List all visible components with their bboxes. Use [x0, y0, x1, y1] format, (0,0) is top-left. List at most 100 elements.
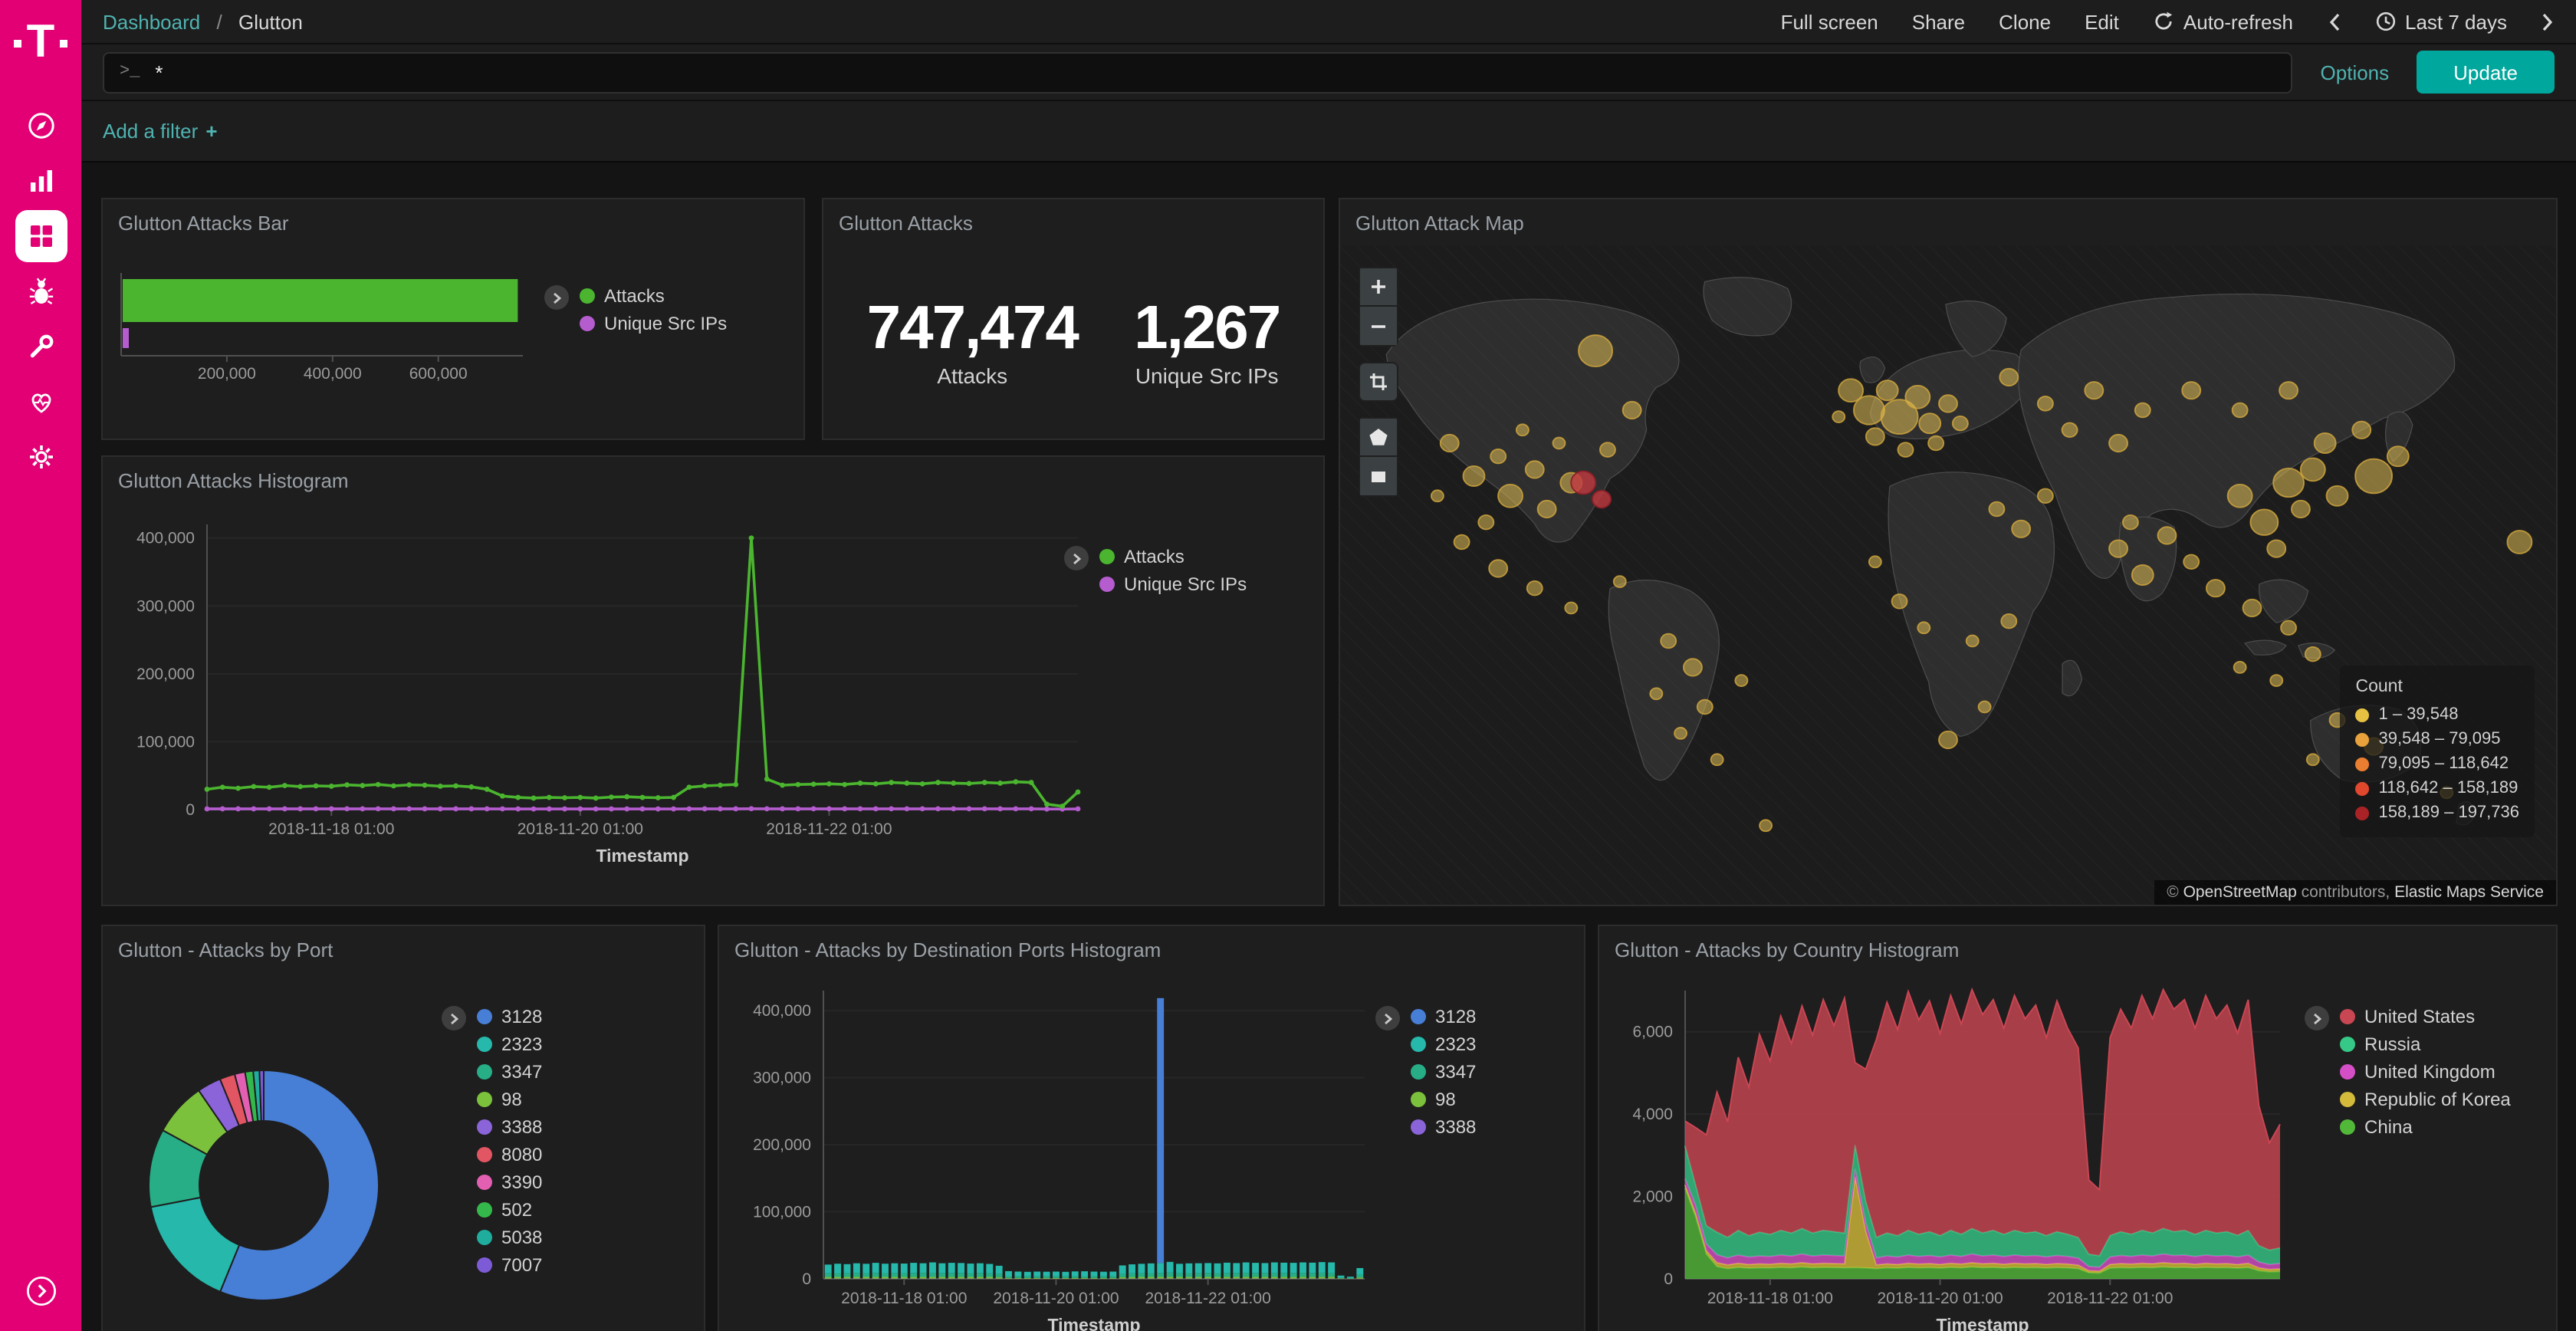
legend-color-dot	[477, 1037, 492, 1052]
legend-item[interactable]: Attacks	[580, 282, 727, 310]
legend-item[interactable]: 98	[477, 1086, 542, 1113]
share-button[interactable]: Share	[1912, 10, 1965, 33]
legend-toggle-button[interactable]	[544, 285, 569, 310]
legend-item[interactable]: 79,095 – 118,642	[2355, 751, 2519, 776]
legend-label: 5038	[501, 1227, 542, 1248]
attacks-by-port-donut-chart[interactable]	[141, 1063, 386, 1308]
breadcrumb-current: Glutton	[238, 10, 303, 33]
query-input[interactable]: >_ *	[103, 51, 2293, 93]
zoom-out-button[interactable]	[1359, 307, 1398, 347]
legend-label: Attacks	[1124, 546, 1184, 567]
bug-icon	[25, 276, 56, 307]
svg-text:400,000: 400,000	[304, 365, 362, 383]
fit-data-bounds-button[interactable]	[1359, 362, 1398, 402]
legend-color-dot	[2340, 1064, 2355, 1080]
legend-toggle-button[interactable]	[1375, 1006, 1400, 1030]
metric-label: Attacks	[867, 363, 1078, 388]
legend-color-dot	[1411, 1064, 1426, 1080]
draw-polygon-button[interactable]	[1359, 417, 1398, 457]
nav-devtools[interactable]	[15, 320, 67, 373]
edit-button[interactable]: Edit	[2085, 10, 2119, 33]
legend-item[interactable]: 3388	[477, 1113, 542, 1141]
legend-label: 118,642 – 158,189	[2378, 779, 2518, 797]
legend-item[interactable]: 3128	[1411, 1003, 1476, 1030]
draw-tools	[1359, 417, 1398, 497]
legend-item[interactable]: Unique Src IPs	[1099, 570, 1247, 598]
main-area: Dashboard / Glutton Full screen Share Cl…	[81, 0, 2576, 1331]
legend-item[interactable]: United States	[2340, 1003, 2511, 1030]
legend-item[interactable]: 3388	[1411, 1113, 1476, 1141]
query-options-link[interactable]: Options	[2321, 61, 2390, 84]
fullscreen-button[interactable]: Full screen	[1781, 10, 1878, 33]
add-filter-link[interactable]: Add a filter +	[103, 120, 218, 143]
legend-item[interactable]: China	[2340, 1113, 2511, 1141]
draw-rectangle-button[interactable]	[1359, 457, 1398, 497]
time-forward-button[interactable]	[2541, 12, 2555, 31]
nav-monitoring[interactable]	[15, 376, 67, 428]
legend-item[interactable]: United Kingdom	[2340, 1058, 2511, 1086]
chevron-right-icon	[1380, 1010, 1395, 1027]
nav-dashboard[interactable]	[15, 210, 67, 262]
legend-label: 7007	[501, 1254, 542, 1276]
legend-item[interactable]: 3347	[477, 1058, 542, 1086]
update-button[interactable]: Update	[2417, 51, 2555, 94]
kibana-dashboard-app: T	[0, 0, 2576, 1331]
legend-item[interactable]: Unique Src IPs	[580, 310, 727, 337]
map-legend-title: Count	[2355, 678, 2519, 696]
time-picker-button[interactable]: Last 7 days	[2374, 10, 2507, 33]
legend-item[interactable]: 158,189 – 197,736	[2355, 800, 2519, 825]
legend-item[interactable]: Republic of Korea	[2340, 1086, 2511, 1113]
zoom-in-button[interactable]	[1359, 267, 1398, 307]
legend-toggle-button[interactable]	[442, 1006, 466, 1030]
panel-attacks-by-port: Glutton - Attacks by Port 31282323334798…	[101, 925, 705, 1331]
panel-title: Glutton Attack Map	[1355, 212, 2541, 235]
svg-text:100,000: 100,000	[753, 1204, 811, 1221]
legend-item[interactable]: 2323	[477, 1030, 542, 1058]
legend-item[interactable]: 3390	[477, 1168, 542, 1196]
legend-color-dot	[477, 1092, 492, 1107]
attribution-text: contributors,	[2297, 883, 2394, 902]
legend-item[interactable]: Attacks	[1099, 543, 1247, 570]
legend-item[interactable]: 3128	[477, 1003, 542, 1030]
legend-item[interactable]: 98	[1411, 1086, 1476, 1113]
svg-text:400,000: 400,000	[136, 530, 195, 547]
legend-item[interactable]: 5038	[477, 1224, 542, 1251]
legend-toggle-button[interactable]	[1064, 546, 1089, 570]
legend-items: 3128 2323 334798338880803390502 5038 7007	[477, 1003, 542, 1279]
country-histogram-chart[interactable]: 02,0004,0006,0002018-11-18 01:002018-11-…	[1608, 972, 2298, 1331]
breadcrumb-dashboard-link[interactable]: Dashboard	[103, 10, 200, 33]
openstreetmap-link[interactable]: OpenStreetMap	[2183, 883, 2297, 902]
nav-management[interactable]	[15, 431, 67, 483]
legend-item[interactable]: 7007	[477, 1251, 542, 1279]
tmobile-logo[interactable]: T	[15, 15, 67, 71]
nav-visualize[interactable]	[15, 155, 67, 207]
world-map[interactable]: Count 1 – 39,54839,548 – 79,09579,095 – …	[1340, 245, 2556, 905]
legend-item[interactable]: 118,642 – 158,189	[2355, 776, 2519, 800]
legend-item[interactable]: 8080	[477, 1141, 542, 1168]
clone-button[interactable]: Clone	[1999, 10, 2051, 33]
svg-text:600,000: 600,000	[409, 365, 468, 383]
svg-text:2018-11-20 01:00: 2018-11-20 01:00	[518, 820, 643, 838]
time-back-button[interactable]	[2327, 12, 2341, 31]
svg-text:Timestamp: Timestamp	[596, 846, 688, 866]
legend-label: 2323	[501, 1034, 542, 1055]
attacks-bar-chart[interactable]: 200,000400,000600,000	[112, 267, 541, 399]
auto-refresh-button[interactable]: Auto-refresh	[2153, 10, 2293, 33]
legend-item[interactable]: 2323	[1411, 1030, 1476, 1058]
destination-ports-histogram-chart[interactable]: 0100,000200,000300,000400,0002018-11-18 …	[728, 972, 1380, 1331]
legend-item[interactable]: 3347	[1411, 1058, 1476, 1086]
elastic-maps-service-link[interactable]: Elastic Maps Service	[2394, 883, 2544, 902]
nav-bug-app[interactable]	[15, 265, 67, 317]
legend-item[interactable]: Russia	[2340, 1030, 2511, 1058]
nav-discover[interactable]	[15, 100, 67, 152]
attacks-histogram-chart[interactable]: 0100,000200,000300,000400,0002018-11-18 …	[118, 509, 1099, 886]
legend-color-dot	[477, 1175, 492, 1190]
legend-item[interactable]: 39,548 – 79,095	[2355, 727, 2519, 751]
legend-items: AttacksUnique Src IPs	[580, 282, 727, 337]
refresh-icon	[2153, 11, 2174, 32]
legend-items: Attacks Unique Src IPs	[1099, 543, 1247, 598]
legend-item[interactable]: 502	[477, 1196, 542, 1224]
legend-item[interactable]: 1 – 39,548	[2355, 702, 2519, 727]
sidebar-collapse-button[interactable]	[24, 1274, 58, 1313]
legend-toggle-button[interactable]	[2305, 1006, 2329, 1030]
